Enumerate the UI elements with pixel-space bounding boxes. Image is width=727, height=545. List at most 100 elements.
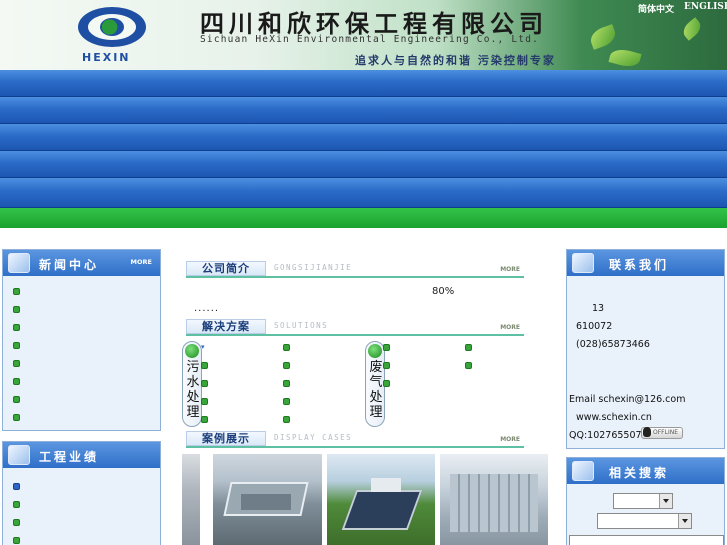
search-box-icon xyxy=(572,461,594,481)
wastewater-treatment-label: 污水处理 xyxy=(186,360,200,420)
related-search-title: 相关搜索 xyxy=(609,466,670,480)
contact-email[interactable]: Email schexin@126.com xyxy=(569,394,685,405)
contact-phone: (028)65873466 xyxy=(576,339,650,350)
news-item-bullet[interactable] xyxy=(13,360,20,367)
solution-item-bullet[interactable] xyxy=(283,416,290,423)
nav-bar-row[interactable] xyxy=(0,151,727,178)
nav-bar-row[interactable] xyxy=(0,178,727,208)
contact-icon xyxy=(572,253,594,273)
solution-item-bullet[interactable] xyxy=(201,416,208,423)
solution-item-bullet[interactable] xyxy=(383,344,390,351)
intro-ellipsis[interactable]: ...... xyxy=(194,303,219,314)
small-arrow-icon: ▾ xyxy=(201,343,205,351)
solution-item-bullet[interactable] xyxy=(283,380,290,387)
qq-status-label: OFFLINE xyxy=(653,429,679,436)
green-dot-icon xyxy=(185,344,199,358)
solutions-more-link[interactable]: MORE xyxy=(500,324,520,331)
wastewater-treatment-tab[interactable]: 污水处理 xyxy=(182,341,202,427)
solutions-section-header: 解决方案 SOLUTIONS MORE xyxy=(186,319,524,336)
lang-english-link[interactable]: ENGLISH xyxy=(684,2,727,12)
search-keyword-input[interactable] xyxy=(569,535,724,545)
nav-bar-row[interactable] xyxy=(0,70,727,97)
case-photo-outdoor-basin[interactable] xyxy=(327,454,435,545)
solutions-title-en: SOLUTIONS xyxy=(274,321,329,330)
project-item-bullet[interactable] xyxy=(13,483,20,490)
intro-section-header: 公司简介 GONGSIJIANJIE MORE xyxy=(186,261,524,278)
project-item-bullet[interactable] xyxy=(13,519,20,526)
contact-title: 联系我们 xyxy=(609,258,670,272)
page: HEXIN 四川和欣环保工程有限公司 Sichuan HeXin Environ… xyxy=(0,0,727,545)
solutions-title: 解决方案 xyxy=(186,319,266,334)
case-photo-factory-hall[interactable] xyxy=(440,454,548,545)
solution-item-bullet[interactable] xyxy=(383,362,390,369)
projects-title: 工程业绩 xyxy=(39,450,100,464)
news-center-title: 新闻中心 xyxy=(39,258,100,272)
nav-bar-row[interactable] xyxy=(0,97,727,124)
qq-status-button[interactable]: OFFLINE xyxy=(641,427,683,439)
contact-line-1: 13 xyxy=(592,303,605,314)
solution-item-bullet[interactable] xyxy=(283,398,290,405)
search-category-select[interactable] xyxy=(613,493,673,509)
exhaust-treatment-tab[interactable]: 废气处理 xyxy=(365,341,385,427)
cases-title-en: DISPLAY CASES xyxy=(274,433,353,442)
exhaust-treatment-label: 废气处理 xyxy=(369,360,383,420)
news-center-box: 新闻中心 MORE xyxy=(2,249,161,431)
logo-icon xyxy=(78,7,146,47)
related-search-header: 相关搜索 xyxy=(567,458,724,484)
projects-icon xyxy=(8,445,30,465)
solution-item-bullet[interactable] xyxy=(201,398,208,405)
news-item-bullet[interactable] xyxy=(13,324,20,331)
search-subcategory-select[interactable] xyxy=(597,513,692,529)
intro-percent-text: 80% xyxy=(432,286,455,297)
solution-item-bullet[interactable] xyxy=(465,362,472,369)
case-photo-tanks[interactable] xyxy=(182,454,200,545)
green-dot-icon xyxy=(368,344,382,358)
intro-title-en: GONGSIJIANJIE xyxy=(274,263,353,272)
solution-item-bullet[interactable] xyxy=(283,344,290,351)
logo-text: HEXIN xyxy=(82,51,131,64)
leaf-decoration xyxy=(587,24,619,50)
plant-structure-shape xyxy=(241,494,291,510)
company-logo[interactable]: HEXIN xyxy=(74,5,150,65)
qq-penguin-icon xyxy=(643,427,651,437)
leaf-decoration xyxy=(679,17,705,41)
cases-more-link[interactable]: MORE xyxy=(500,436,520,443)
news-item-bullet[interactable] xyxy=(13,306,20,313)
lang-chinese-link[interactable]: 简体中文 xyxy=(638,2,674,15)
news-item-bullet[interactable] xyxy=(13,288,20,295)
chevron-down-icon xyxy=(678,514,691,528)
cases-title: 案例展示 xyxy=(186,431,266,446)
contact-qq: QQ:1027655073 xyxy=(569,430,648,441)
company-name-en: Sichuan HeXin Environmental Engineering … xyxy=(200,34,540,45)
project-item-bullet[interactable] xyxy=(13,501,20,508)
solution-item-bullet[interactable] xyxy=(283,362,290,369)
intro-more-link[interactable]: MORE xyxy=(500,266,520,273)
basin-shape xyxy=(371,478,401,492)
intro-title: 公司简介 xyxy=(186,261,266,276)
contact-header: 联系我们 xyxy=(567,250,724,276)
solution-item-bullet[interactable] xyxy=(201,380,208,387)
green-divider-bar xyxy=(0,208,727,228)
solution-item-bullet[interactable] xyxy=(383,380,390,387)
leaf-decoration xyxy=(608,46,642,70)
solution-item-bullet[interactable] xyxy=(201,362,208,369)
basin-shape xyxy=(341,490,423,530)
news-item-bullet[interactable] xyxy=(13,414,20,421)
news-item-bullet[interactable] xyxy=(13,396,20,403)
contact-website[interactable]: www.schexin.cn xyxy=(576,412,652,423)
projects-header: 工程业绩 xyxy=(3,442,160,468)
news-item-bullet[interactable] xyxy=(13,342,20,349)
hall-wall-shape xyxy=(450,474,538,532)
site-header: HEXIN 四川和欣环保工程有限公司 Sichuan HeXin Environ… xyxy=(0,0,727,70)
project-item-bullet[interactable] xyxy=(13,537,20,544)
case-photo-treatment-plant[interactable] xyxy=(213,454,322,545)
slogan: 追求人与自然的和谐 污染控制专家 xyxy=(355,54,556,67)
news-item-bullet[interactable] xyxy=(13,378,20,385)
contact-postcode: 610072 xyxy=(576,321,613,332)
news-center-header: 新闻中心 MORE xyxy=(3,250,160,276)
nav-bar-row[interactable] xyxy=(0,124,727,151)
news-more-link[interactable]: MORE xyxy=(131,258,152,266)
projects-box: 工程业绩 xyxy=(2,441,161,545)
solution-item-bullet[interactable] xyxy=(465,344,472,351)
news-icon xyxy=(8,253,30,273)
